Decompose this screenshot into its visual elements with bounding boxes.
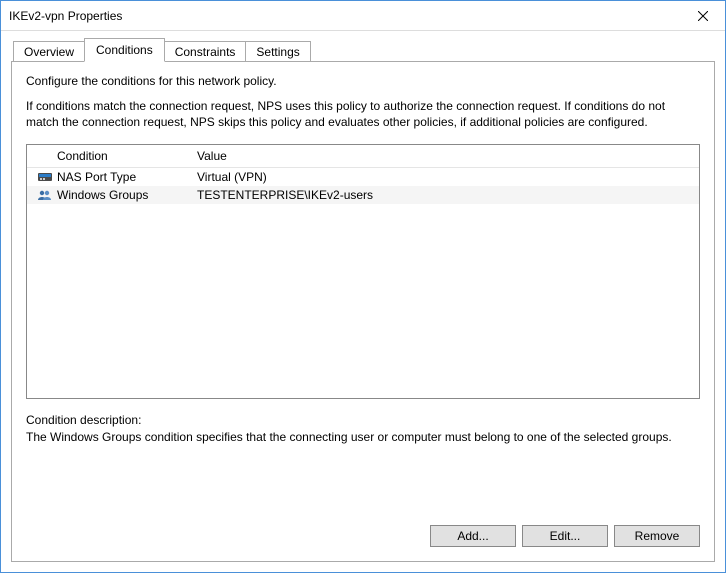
button-row: Add... Edit... Remove xyxy=(26,505,700,547)
windows-groups-icon xyxy=(33,189,57,201)
close-icon xyxy=(698,11,708,21)
add-button[interactable]: Add... xyxy=(430,525,516,547)
edit-button[interactable]: Edit... xyxy=(522,525,608,547)
row-condition: Windows Groups xyxy=(57,188,197,202)
close-button[interactable] xyxy=(680,1,725,30)
description-label: Condition description: xyxy=(26,413,700,427)
tab-overview[interactable]: Overview xyxy=(13,41,85,62)
tab-strip: Overview Conditions Constraints Settings xyxy=(11,37,715,61)
row-condition: NAS Port Type xyxy=(57,170,197,184)
dialog-body: Overview Conditions Constraints Settings… xyxy=(1,31,725,572)
list-item[interactable]: NAS Port Type Virtual (VPN) xyxy=(27,168,699,186)
tab-settings[interactable]: Settings xyxy=(245,41,310,62)
conditions-list[interactable]: Condition Value NAS Port Type Virtual (V… xyxy=(26,144,700,399)
header-condition[interactable]: Condition xyxy=(57,149,197,163)
panel-intro: Configure the conditions for this networ… xyxy=(26,74,700,88)
titlebar: IKEv2-vpn Properties xyxy=(1,1,725,31)
row-value: TESTENTERPRISE\IKEv2-users xyxy=(197,188,693,202)
tab-conditions[interactable]: Conditions xyxy=(84,38,165,62)
nas-port-type-icon xyxy=(33,171,57,183)
header-value[interactable]: Value xyxy=(197,149,693,163)
properties-dialog: IKEv2-vpn Properties Overview Conditions… xyxy=(0,0,726,573)
panel-subtext: If conditions match the connection reque… xyxy=(26,98,700,130)
list-item[interactable]: Windows Groups TESTENTERPRISE\IKEv2-user… xyxy=(27,186,699,204)
tab-constraints[interactable]: Constraints xyxy=(164,41,247,62)
window-title: IKEv2-vpn Properties xyxy=(9,9,680,23)
conditions-header-row: Condition Value xyxy=(27,145,699,168)
description-text: The Windows Groups condition specifies t… xyxy=(26,429,700,445)
remove-button[interactable]: Remove xyxy=(614,525,700,547)
tab-panel-conditions: Configure the conditions for this networ… xyxy=(11,61,715,562)
row-value: Virtual (VPN) xyxy=(197,170,693,184)
